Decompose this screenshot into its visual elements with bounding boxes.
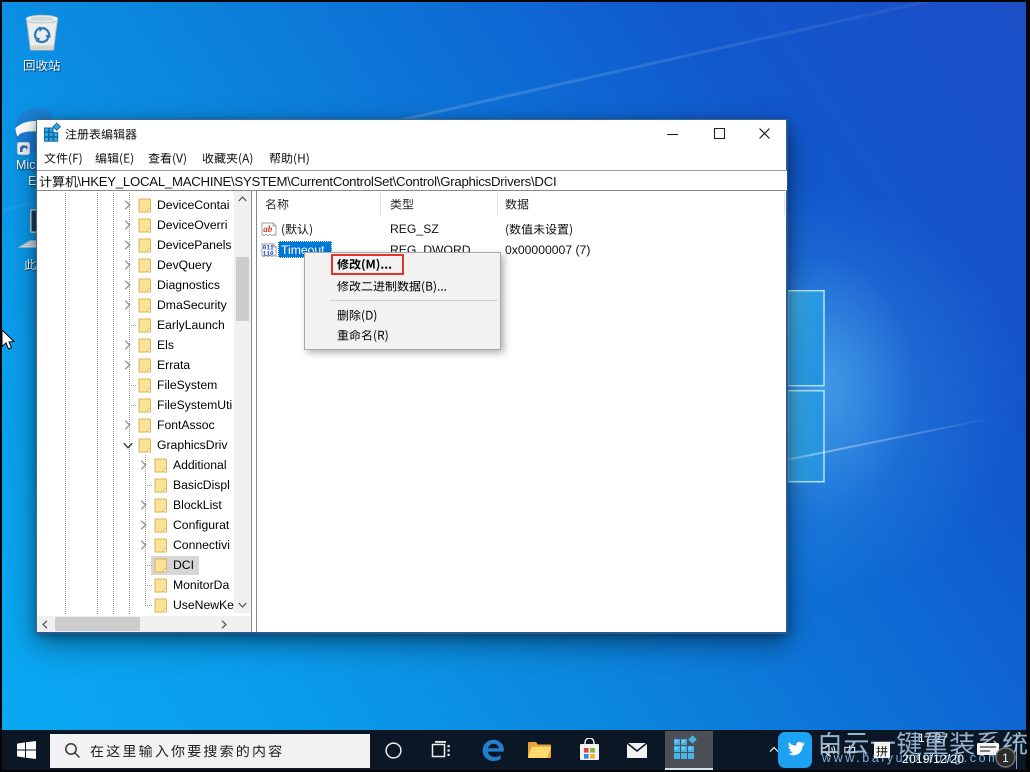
svg-text:ab: ab bbox=[263, 224, 273, 234]
svg-text:1: 1 bbox=[1002, 751, 1009, 765]
svg-text:110: 110 bbox=[263, 250, 274, 257]
